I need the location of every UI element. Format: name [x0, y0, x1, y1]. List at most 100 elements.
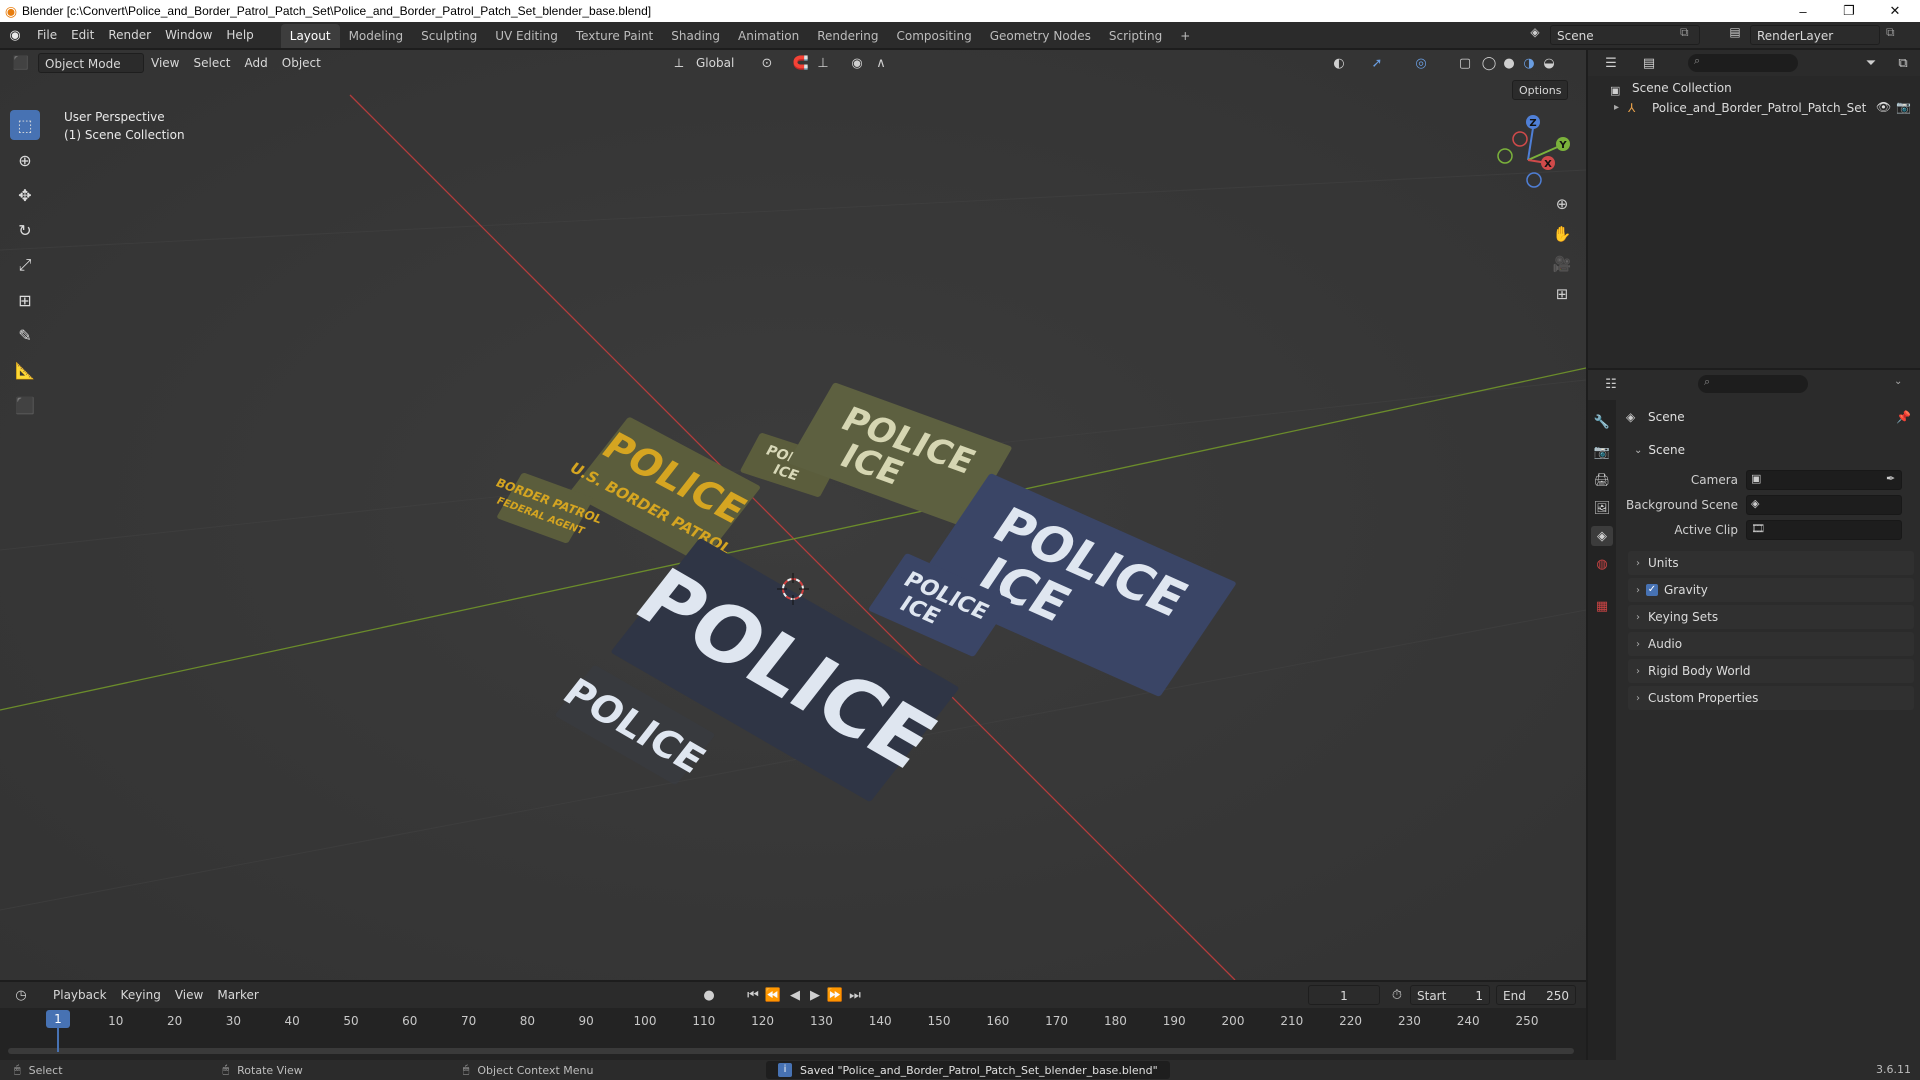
viewport-menu-view[interactable]: View [144, 50, 186, 76]
options-dropdown[interactable]: Options [1512, 80, 1569, 100]
panel-units[interactable]: › Units [1628, 551, 1914, 575]
xray-toggle-icon[interactable]: ▢ [1454, 53, 1476, 73]
select-box-tool-icon[interactable]: ⬚ [10, 110, 40, 140]
menu-edit[interactable]: Edit [64, 22, 101, 48]
jump-end-icon[interactable]: ⏭ [844, 985, 866, 1005]
minimize-button[interactable]: – [1780, 0, 1826, 22]
view-layer-icon[interactable]: ▤ [1724, 25, 1746, 39]
camera-field[interactable]: ▣ [1746, 470, 1902, 490]
tab-scripting[interactable]: Scripting [1100, 24, 1171, 48]
panel-rigid-body-world[interactable]: › Rigid Body World [1628, 659, 1914, 683]
tab-compositing[interactable]: Compositing [887, 24, 980, 48]
end-frame-field[interactable]: End 250 [1496, 985, 1576, 1005]
outliner-display-mode-icon[interactable]: ▤ [1638, 53, 1660, 73]
outliner-item[interactable]: Police_and_Border_Patrol_Patch_Set [1652, 101, 1866, 115]
viewport-menu-add[interactable]: Add [238, 50, 275, 76]
transform-orientation-dropdown[interactable]: Global [690, 53, 740, 73]
outliner-search-input[interactable]: ⌕ [1688, 54, 1798, 72]
menu-help[interactable]: Help [219, 22, 260, 48]
background-scene-field[interactable]: ◈ [1746, 495, 1902, 515]
pivot-point-icon[interactable]: ⊙ [756, 53, 778, 73]
tab-shading[interactable]: Shading [662, 24, 729, 48]
ortho-grid-icon[interactable]: ⊞ [1550, 282, 1574, 306]
maximize-button[interactable]: ❐ [1826, 0, 1872, 22]
zoom-icon[interactable]: ⊕ [1550, 192, 1574, 216]
menu-file[interactable]: File [30, 22, 64, 48]
texture-tab-icon[interactable]: ▦ [1591, 596, 1613, 616]
annotate-tool-icon[interactable]: ✎ [10, 320, 40, 350]
add-cube-tool-icon[interactable]: ⬛ [10, 390, 40, 420]
pan-hand-icon[interactable]: ✋ [1550, 222, 1574, 246]
start-frame-field[interactable]: Start 1 [1410, 985, 1490, 1005]
jump-start-icon[interactable]: ⏮ [742, 985, 764, 1005]
timeline-menu-view[interactable]: View [168, 982, 210, 1008]
render-tab-icon[interactable]: 📷 [1591, 442, 1613, 462]
cursor-tool-icon[interactable]: ⊕ [10, 145, 40, 175]
gravity-checkbox[interactable]: ✓ [1646, 584, 1658, 596]
view-layer-new-icon[interactable]: ⧉ [1886, 25, 1902, 40]
panel-gravity[interactable]: › ✓ Gravity [1628, 578, 1914, 602]
gizmo-toggle-icon[interactable]: ➚ [1366, 53, 1388, 73]
playhead[interactable]: 1 [46, 1010, 70, 1028]
object-mode-dropdown[interactable]: Object Mode [38, 53, 144, 73]
timeline-menu-playback[interactable]: Playback [46, 982, 114, 1008]
properties-options-icon[interactable]: ⌄ [1894, 376, 1902, 387]
view-layer-field[interactable]: RenderLayer [1750, 25, 1880, 45]
scene-section-header[interactable]: ⌄ Scene [1628, 438, 1914, 462]
move-tool-icon[interactable]: ✥ [10, 180, 40, 210]
tab-rendering[interactable]: Rendering [808, 24, 887, 48]
outliner-scene-collection[interactable]: Scene Collection [1632, 81, 1732, 95]
expand-arrow-icon[interactable]: ▸ [1614, 102, 1619, 113]
proportional-edit-icon[interactable]: ◉ [846, 53, 868, 73]
outliner-editor-icon[interactable]: ☰ [1600, 53, 1622, 73]
3d-viewport[interactable]: POLICE U.S. BORDER PATROL BORDER PATROL … [0, 50, 1586, 980]
tab-modeling[interactable]: Modeling [340, 24, 413, 48]
render-camera-icon[interactable]: 📷 [1896, 100, 1911, 114]
tab-animation[interactable]: Animation [729, 24, 808, 48]
viewport-menu-select[interactable]: Select [186, 50, 237, 76]
shading-material-icon[interactable]: ◑ [1518, 53, 1540, 73]
eyedropper-icon[interactable]: ✒ [1886, 472, 1895, 485]
active-clip-field[interactable]: 🎞 [1746, 520, 1902, 540]
outliner-filter-icon[interactable]: ⏷ [1860, 53, 1882, 73]
properties-search-input[interactable]: ⌕ [1698, 375, 1808, 393]
current-frame-field[interactable]: 1 [1308, 985, 1380, 1005]
camera-view-icon[interactable]: 🎥 [1550, 252, 1574, 276]
scene-new-icon[interactable]: ⧉ [1680, 25, 1696, 40]
blender-menu-icon[interactable]: ◉ [0, 25, 30, 45]
menu-window[interactable]: Window [158, 22, 219, 48]
editor-type-icon[interactable]: ⬛ [10, 53, 32, 73]
pin-icon[interactable]: 📌 [1896, 410, 1911, 424]
rotate-tool-icon[interactable]: ↻ [10, 215, 40, 245]
tab-layout[interactable]: Layout [280, 24, 340, 48]
snap-target-icon[interactable]: ⊥ [812, 53, 834, 73]
timeline-menu-marker[interactable]: Marker [210, 982, 265, 1008]
play-icon[interactable]: ▶ [804, 985, 826, 1005]
snap-icon[interactable]: 🧲 [790, 53, 812, 73]
play-reverse-icon[interactable]: ◀ [784, 985, 806, 1005]
panel-custom-properties[interactable]: › Custom Properties [1628, 686, 1914, 710]
add-workspace-button[interactable]: + [1171, 24, 1199, 48]
visibility-eye-icon[interactable]: 👁 [1876, 100, 1891, 114]
properties-editor-icon[interactable]: ☷ [1600, 374, 1622, 394]
tab-texture-paint[interactable]: Texture Paint [567, 24, 662, 48]
scene-selector-icon[interactable]: ◈ [1524, 25, 1546, 45]
panel-keying-sets[interactable]: › Keying Sets [1628, 605, 1914, 629]
tab-sculpting[interactable]: Sculpting [412, 24, 486, 48]
tab-uv-editing[interactable]: UV Editing [486, 24, 567, 48]
shading-rendered-icon[interactable]: ◒ [1538, 53, 1560, 73]
preview-range-icon[interactable]: ⏱ [1386, 985, 1408, 1005]
timeline-menu-keying[interactable]: Keying [114, 982, 168, 1008]
transform-orientation-icon[interactable]: ⟂ [668, 53, 690, 73]
world-tab-icon[interactable]: ◍ [1591, 554, 1613, 574]
viewport-menu-object[interactable]: Object [275, 50, 328, 76]
overlay-toggle-icon[interactable]: ◎ [1410, 53, 1432, 73]
auto-keying-icon[interactable]: ● [698, 985, 720, 1005]
shading-wireframe-icon[interactable]: ◯ [1478, 53, 1500, 73]
menu-render[interactable]: Render [101, 22, 158, 48]
close-button[interactable]: ✕ [1872, 0, 1918, 22]
falloff-icon[interactable]: ∧ [870, 53, 892, 73]
panel-audio[interactable]: › Audio [1628, 632, 1914, 656]
timeline-editor-icon[interactable]: ◷ [10, 985, 32, 1005]
tool-tab-icon[interactable]: 🔧 [1591, 412, 1613, 432]
